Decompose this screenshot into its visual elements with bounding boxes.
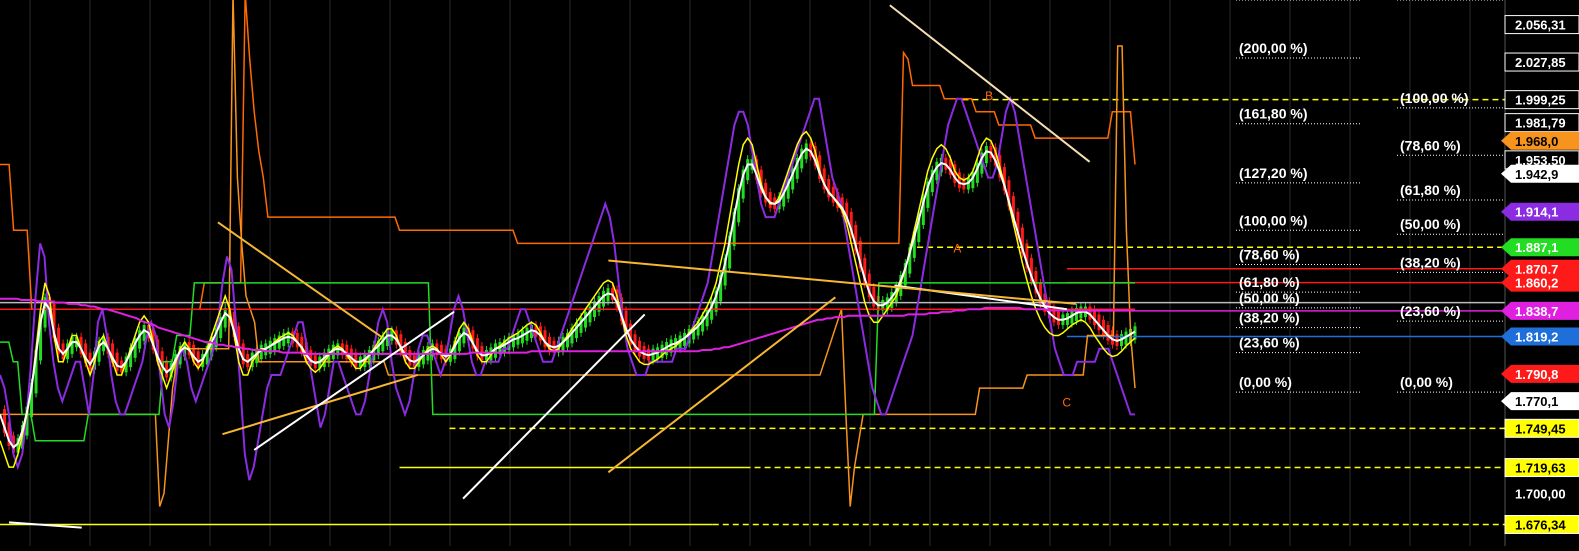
fib-label-left: (38,20 %) (1239, 310, 1300, 326)
indicator-lines (0, 0, 1136, 507)
wave-label: C (1062, 396, 1071, 410)
fib-label-left: (161,80 %) (1239, 106, 1307, 122)
price-label: 1.981,79 (1515, 116, 1566, 131)
wave-label: A (953, 242, 961, 256)
candle (872, 286, 876, 307)
candle (223, 307, 227, 328)
price-label: 1.790,8 (1515, 367, 1558, 382)
chart-svg[interactable]: (223,60 %)(200,00 %)(161,80 %)(127,20 %)… (0, 0, 1579, 546)
price-label: 1.942,9 (1515, 167, 1558, 182)
price-label: 1.719,63 (1515, 461, 1566, 476)
fib-label-left: (200,00 %) (1239, 40, 1307, 56)
fib-label-right: (0,00 %) (1400, 374, 1453, 390)
trend-line (217, 221, 382, 338)
price-label: 1.887,1 (1515, 240, 1558, 255)
price-label: 1.860,2 (1515, 276, 1558, 291)
fib-label-right: (23,60 %) (1400, 303, 1461, 319)
fib-label-left: (50,00 %) (1239, 290, 1300, 306)
candle (241, 343, 245, 365)
fib-label-left: (0,00 %) (1239, 374, 1292, 390)
price-label: 1.914,1 (1515, 205, 1558, 220)
fibonacci-labels: (223,60 %)(200,00 %)(161,80 %)(127,20 %)… (1236, 0, 1522, 393)
candle (165, 360, 169, 378)
price-label: 1.968,0 (1515, 134, 1558, 149)
fib-label-left: (23,60 %) (1239, 335, 1300, 351)
trend-lines (9, 4, 1091, 529)
indicator-line-4 (0, 95, 1135, 481)
fib-label-left: (100,00 %) (1239, 212, 1307, 228)
price-label: 1.700,00 (1515, 486, 1566, 501)
wave-label: B (985, 89, 993, 103)
wave-labels: A B C (953, 89, 1071, 410)
fib-label-left: (78,60 %) (1239, 247, 1300, 263)
candle (115, 352, 119, 372)
indicator-line-0 (0, 0, 1136, 310)
fib-label-right: (78,60 %) (1400, 137, 1461, 153)
price-label: 1.770,1 (1515, 394, 1558, 409)
candle (935, 161, 939, 181)
price-label: 1.819,2 (1515, 330, 1558, 345)
indicator-line-1 (0, 0, 1136, 507)
trend-line (607, 296, 836, 474)
candle (746, 159, 750, 181)
price-label: 2.056,31 (1515, 18, 1566, 33)
price-label: 1.999,25 (1515, 93, 1566, 108)
fib-label-right: (61,80 %) (1400, 182, 1461, 198)
price-label: 1.749,45 (1515, 421, 1566, 436)
price-label: 1.676,34 (1515, 518, 1566, 533)
fib-label-right: (100,00 %) (1400, 90, 1468, 106)
fib-label-right: (50,00 %) (1400, 216, 1461, 232)
indicator-line-6 (0, 147, 1136, 449)
fib-label-left: (127,20 %) (1239, 165, 1307, 181)
fib-label-left: (61,80 %) (1239, 274, 1300, 290)
fib-label-right: (38,20 %) (1400, 254, 1461, 270)
chart-area[interactable]: (223,60 %)(200,00 %)(161,80 %)(127,20 %)… (0, 0, 1579, 546)
price-label: 1.838,7 (1515, 304, 1558, 319)
price-axis: 2.056,31 2.027,85 1.999,25 1.981,79 1.968,0 1… (1501, 0, 1579, 546)
price-label: 2.027,85 (1515, 55, 1566, 70)
